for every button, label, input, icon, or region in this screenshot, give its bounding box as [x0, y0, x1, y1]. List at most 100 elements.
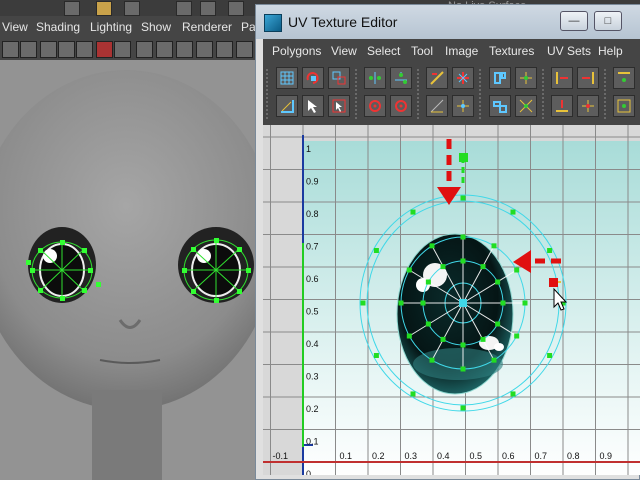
- uv-point[interactable]: [480, 264, 486, 270]
- open-folder-icon[interactable]: [96, 1, 112, 16]
- uv-point[interactable]: [510, 391, 516, 397]
- viewport-menu-renderer[interactable]: Renderer: [182, 20, 232, 34]
- minimize-button[interactable]: —: [560, 11, 588, 31]
- select-by-component-icon[interactable]: [228, 1, 244, 16]
- uv-point[interactable]: [360, 300, 366, 306]
- uv-point[interactable]: [410, 209, 416, 215]
- viewport-menu-lighting[interactable]: Lighting: [90, 20, 132, 34]
- select-by-object-icon[interactable]: [200, 1, 216, 16]
- uv-grid[interactable]: 1 0.9 0.8 0.7 0.6 0.5 0.4 0.3 0.2 0.1 0 -0.1 0.1 0.2…: [263, 125, 640, 475]
- viewport-menu-shading[interactable]: Shading: [36, 20, 80, 34]
- flip-vertical-icon[interactable]: [390, 67, 412, 89]
- menu-uv-sets[interactable]: UV Sets: [547, 44, 591, 58]
- camera-icon[interactable]: [2, 41, 19, 58]
- bookmark-icon[interactable]: [40, 41, 57, 58]
- uv-point[interactable]: [491, 357, 497, 363]
- uv-point[interactable]: [480, 336, 486, 342]
- uv-point[interactable]: [547, 353, 553, 358]
- snap-uvs-left-icon[interactable]: [551, 67, 573, 89]
- move-uvs-icon[interactable]: [328, 67, 350, 89]
- uv-point[interactable]: [495, 279, 501, 285]
- menu-view[interactable]: View: [331, 44, 357, 58]
- uv-point[interactable]: [406, 333, 412, 339]
- uv-point[interactable]: [460, 195, 466, 201]
- uv-point[interactable]: [547, 248, 553, 253]
- save-icon[interactable]: [124, 1, 140, 16]
- select-cursor-icon[interactable]: [302, 95, 324, 117]
- move-and-sew-icon[interactable]: [452, 95, 474, 117]
- distribute-uvs-icon[interactable]: [613, 95, 635, 117]
- uv-point[interactable]: [373, 248, 379, 253]
- menu-polygons[interactable]: Polygons: [272, 44, 321, 58]
- window-title-bar[interactable]: UV Texture Editor — □: [256, 5, 640, 39]
- rotate-ccw-icon[interactable]: [364, 95, 386, 117]
- uv-point[interactable]: [522, 300, 528, 306]
- cut-uv-edges-icon[interactable]: [426, 67, 448, 89]
- uv-point[interactable]: [510, 209, 516, 215]
- uv-point[interactable]: [460, 366, 466, 372]
- wireframe-icon[interactable]: [136, 41, 153, 58]
- flip-horizontal-icon[interactable]: [364, 67, 386, 89]
- menu-help[interactable]: Help: [598, 44, 623, 58]
- uv-point-selected[interactable]: [549, 278, 558, 287]
- uv-point[interactable]: [460, 258, 466, 264]
- uv-grid-viewport[interactable]: 1 0.9 0.8 0.7 0.6 0.5 0.4 0.3 0.2 0.1 0 -0.1 0.1 0.2…: [263, 125, 640, 475]
- snap-uvs-center-icon[interactable]: [577, 95, 599, 117]
- uv-point[interactable]: [440, 336, 446, 342]
- sew-uv-edges-icon[interactable]: [426, 95, 448, 117]
- uv-point[interactable]: [440, 264, 446, 270]
- unfold-uvs-icon[interactable]: [489, 95, 511, 117]
- uv-point[interactable]: [429, 243, 435, 249]
- snap-uvs-bottom-icon[interactable]: [551, 95, 573, 117]
- film-gate-icon[interactable]: [96, 41, 113, 58]
- uv-point[interactable]: [425, 321, 431, 327]
- uv-center-point[interactable]: [459, 299, 467, 307]
- uv-point[interactable]: [514, 333, 520, 339]
- scale-uvs-icon[interactable]: [276, 95, 298, 117]
- viewport-menu-panels[interactable]: Pa: [241, 20, 256, 34]
- uv-point-top-selected[interactable]: [459, 153, 468, 162]
- uv-point[interactable]: [460, 234, 466, 240]
- uv-point[interactable]: [373, 353, 379, 358]
- snap-uvs-right-icon[interactable]: [577, 67, 599, 89]
- graph-icon[interactable]: [64, 1, 80, 16]
- uv-point[interactable]: [398, 300, 404, 306]
- textured-icon[interactable]: [196, 41, 213, 58]
- grid-toggle-icon[interactable]: [76, 41, 93, 58]
- camera-attributes-icon[interactable]: [20, 41, 37, 58]
- maximize-button[interactable]: □: [594, 11, 622, 31]
- smooth-shade-icon[interactable]: [156, 41, 173, 58]
- select-shell-icon[interactable]: [328, 95, 350, 117]
- layout-uvs-icon[interactable]: [489, 67, 511, 89]
- rotate-uvs-icon[interactable]: [302, 67, 324, 89]
- resolution-gate-icon[interactable]: [114, 41, 131, 58]
- menu-select[interactable]: Select: [367, 44, 400, 58]
- uv-point[interactable]: [406, 267, 412, 273]
- uv-point[interactable]: [495, 321, 501, 327]
- viewport-menu-view[interactable]: View: [2, 20, 28, 34]
- menu-tool[interactable]: Tool: [411, 44, 433, 58]
- image-plane-icon[interactable]: [58, 41, 75, 58]
- wireframe-on-shaded-icon[interactable]: [176, 41, 193, 58]
- menu-textures[interactable]: Textures: [489, 44, 534, 58]
- grid-uvs-icon[interactable]: [276, 67, 298, 89]
- shadows-icon[interactable]: [236, 41, 253, 58]
- rotate-cw-icon[interactable]: [390, 95, 412, 117]
- head-model[interactable]: [0, 60, 260, 480]
- split-uvs-icon[interactable]: [452, 67, 474, 89]
- uv-point[interactable]: [460, 405, 466, 411]
- uv-point[interactable]: [425, 279, 431, 285]
- uv-point[interactable]: [491, 243, 497, 249]
- menu-image[interactable]: Image: [445, 44, 478, 58]
- snap-uvs-top-icon[interactable]: [613, 67, 635, 89]
- uv-point[interactable]: [514, 267, 520, 273]
- uv-point[interactable]: [410, 391, 416, 397]
- right-eye[interactable]: [178, 227, 254, 303]
- viewport-menu-show[interactable]: Show: [141, 20, 171, 34]
- relax-uvs-icon[interactable]: [515, 95, 537, 117]
- lighting-icon[interactable]: [216, 41, 233, 58]
- align-uvs-icon[interactable]: [515, 67, 537, 89]
- uv-point[interactable]: [500, 300, 506, 306]
- uv-point[interactable]: [420, 300, 426, 306]
- select-by-hierarchy-icon[interactable]: [176, 1, 192, 16]
